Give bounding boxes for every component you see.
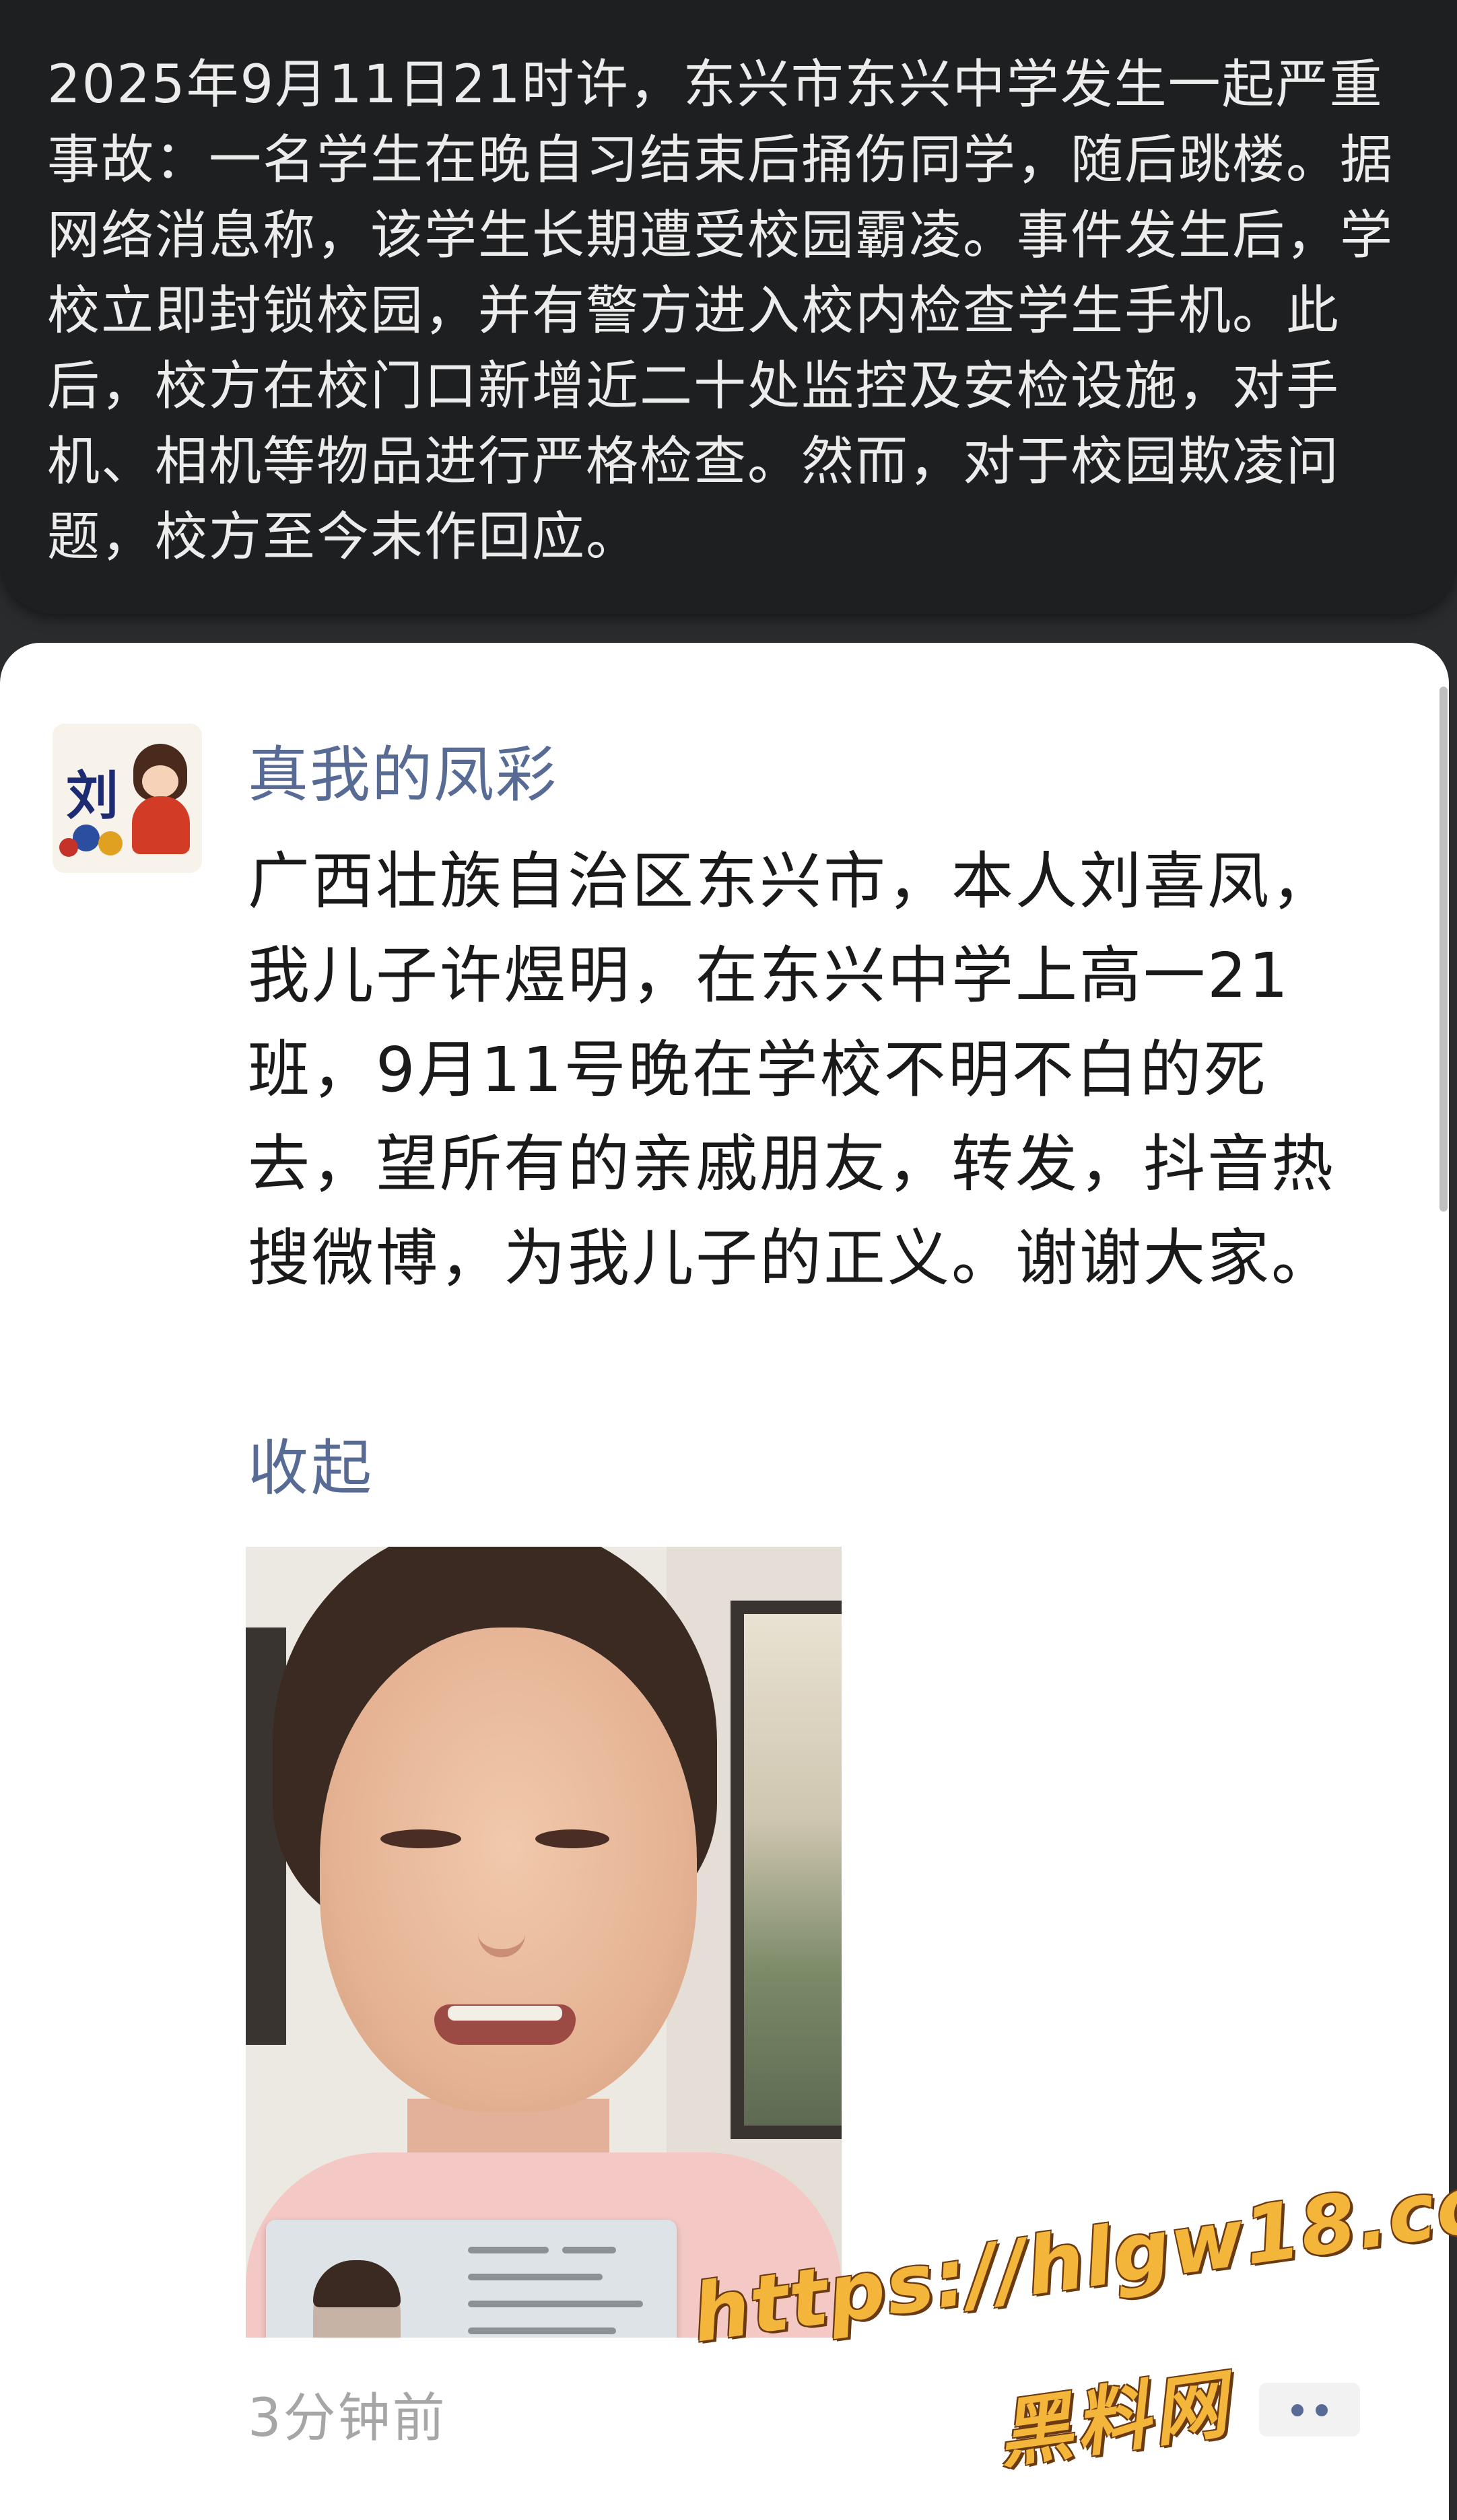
photo-eye xyxy=(380,1829,461,1848)
screenshot-page: 2025年9月11日21时许，东兴市东兴中学发生一起严重事故：一名学生在晚自习结… xyxy=(0,0,1457,2520)
photo-nose xyxy=(478,1883,525,1957)
post-timestamp: 3分钟前 xyxy=(248,2388,447,2449)
id-card-line xyxy=(468,2301,643,2307)
more-dot xyxy=(1291,2404,1303,2416)
id-card-photo-hair xyxy=(313,2260,401,2307)
id-card-line xyxy=(562,2247,616,2253)
avatar[interactable]: 刘 xyxy=(53,724,202,873)
avatar-girl-face xyxy=(142,765,178,798)
photo-painting xyxy=(744,1614,842,2126)
avatar-text: 刘 xyxy=(66,765,119,827)
avatar-girl-body xyxy=(132,796,190,854)
id-card-line xyxy=(468,2247,549,2253)
more-dot xyxy=(1316,2404,1328,2416)
avatar-decoration xyxy=(98,831,123,855)
photo-teeth xyxy=(448,2006,562,2021)
id-card-line xyxy=(468,2274,603,2280)
post-username[interactable]: 真我的凤彩 xyxy=(248,726,557,813)
photo-eye xyxy=(535,1829,609,1848)
photo-id-card xyxy=(266,2220,677,2338)
post-photo[interactable] xyxy=(246,1547,842,2338)
caption-text: 2025年9月11日21时许，东兴市东兴中学发生一起严重事故：一名学生在晚自习结… xyxy=(47,55,1394,567)
scrollbar[interactable] xyxy=(1439,687,1448,1212)
collapse-button[interactable]: 收起 xyxy=(248,1419,374,1506)
post-body: 广西壮族自治区东兴市，本人刘喜凤，我儿子许煜明，在东兴中学上高一21班，9月11… xyxy=(248,845,1336,1294)
caption-card: 2025年9月11日21时许，东兴市东兴中学发生一起严重事故：一名学生在晚自习结… xyxy=(0,0,1457,614)
more-dots-icon[interactable] xyxy=(1259,2383,1360,2437)
avatar-decoration xyxy=(59,838,78,857)
id-card-line xyxy=(468,2328,616,2334)
